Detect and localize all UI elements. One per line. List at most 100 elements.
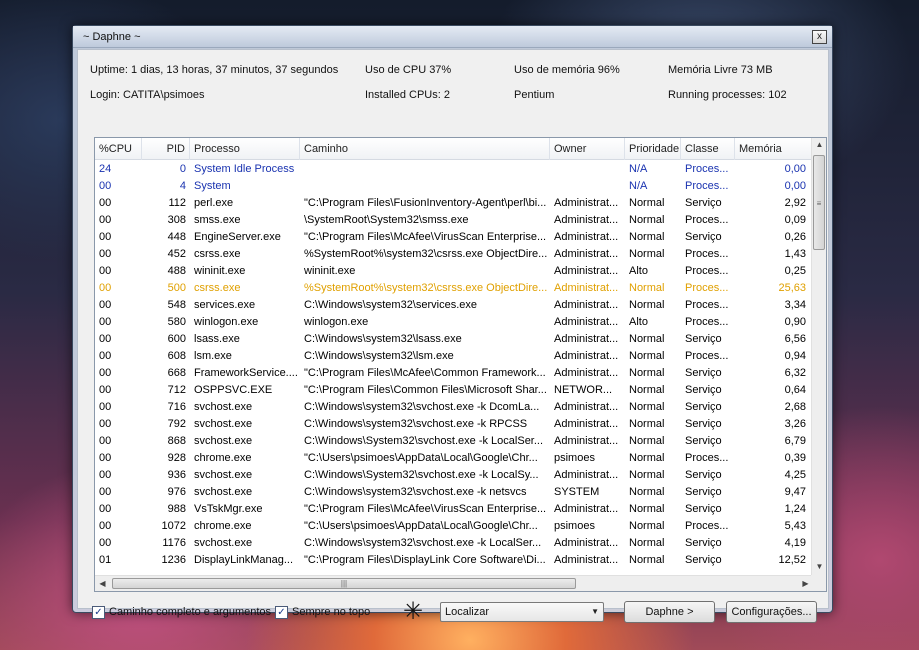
settings-button[interactable]: Configurações... <box>726 601 817 623</box>
cell-owner: Administrat... <box>554 197 619 209</box>
cell-owner: Administrat... <box>550 569 625 571</box>
cell-priority: Normal <box>629 503 665 515</box>
cell-process: svchost.exe <box>194 401 253 413</box>
table-row[interactable]: 00 452 csrss.exe %SystemRoot%\system32\csrs… <box>95 246 813 263</box>
cell-process: DisplayLinkUserAg... <box>190 569 300 571</box>
column-cpu[interactable]: %CPU <box>95 138 142 160</box>
cell-cpu: 00 <box>99 248 112 260</box>
cell-pid: 0 <box>179 163 186 175</box>
table-row[interactable]: 00 1176 svchost.exe C:\Windows\system32\svc… <box>95 535 813 552</box>
cell-priority: Normal <box>629 469 665 481</box>
table-row[interactable]: 00 928 chrome.exe "C:\Users\psimoes\AppData… <box>95 450 813 467</box>
table-row[interactable]: 00 976 svchost.exe C:\Windows\system32\svch… <box>95 484 813 501</box>
table-row[interactable]: 00 608 lsm.exe C:\Windows\system32\lsm.exe A… <box>95 348 813 365</box>
table-row[interactable]: 00 580 winlogon.exe winlogon.exe Administrat… <box>95 314 813 331</box>
table-row[interactable]: 00 448 EngineServer.exe "C:\Program Files\M… <box>95 229 813 246</box>
full-path-checkbox[interactable]: ✓ <box>92 606 105 619</box>
cell-memory: 0,25 <box>784 265 806 277</box>
table-row[interactable]: 00 4 System N/A Proces... 0,00 <box>95 178 813 195</box>
installed-cpus-label: Installed CPUs: 2 <box>365 89 450 101</box>
cell-process: lsass.exe <box>194 333 240 345</box>
table-row[interactable]: 01 1236 DisplayLinkManag... "C:\Program Fil… <box>95 552 813 569</box>
cell-class: Serviço <box>685 469 722 481</box>
always-on-top-label[interactable]: Sempre no topo <box>292 606 370 618</box>
daphne-menu-button[interactable]: Daphne > <box>624 601 715 623</box>
table-row[interactable]: 001316DisplayLinkUserAg..."C:\Program Fi… <box>95 569 813 571</box>
table-row[interactable]: 00 988 VsTskMgr.exe "C:\Program Files\McAfe… <box>95 501 813 518</box>
scroll-left-icon[interactable]: ◀ <box>95 579 110 588</box>
cell-path: "C:\Users\psimoes\AppData\Local\Google\C… <box>304 520 538 532</box>
cell-path: C:\Windows\System32\svchost.exe -k Local… <box>304 435 544 447</box>
table-row[interactable]: 00 488 wininit.exe wininit.exe Administrat..… <box>95 263 813 280</box>
column-priority[interactable]: Prioridade <box>625 138 681 160</box>
cell-memory: 25,63 <box>778 282 806 294</box>
full-path-label[interactable]: Caminho completo e argumentos <box>109 606 271 618</box>
cell-process: svchost.exe <box>194 469 253 481</box>
column-path[interactable]: Caminho <box>300 138 550 160</box>
cell-class: Serviço <box>685 384 722 396</box>
cell-pid: 112 <box>168 197 186 209</box>
cell-path: C:\Windows\system32\svchost.exe -k netsv… <box>304 486 527 498</box>
scroll-up-icon[interactable]: ▲ <box>812 140 826 149</box>
cell-process: perl.exe <box>194 197 234 209</box>
table-row[interactable]: 00 936 svchost.exe C:\Windows\System32\svch… <box>95 467 813 484</box>
cell-pid: 488 <box>167 265 186 277</box>
table-row[interactable]: 00 716 svchost.exe C:\Windows\system32\svch… <box>95 399 813 416</box>
cell-path: "C:\Program Files\McAfee\VirusScan Enter… <box>304 503 547 515</box>
column-process[interactable]: Processo <box>190 138 300 160</box>
table-row[interactable]: 00 112 perl.exe "C:\Program Files\FusionInv… <box>95 195 813 212</box>
horizontal-scrollbar[interactable]: ◀ ||| ▶ <box>95 575 813 591</box>
chevron-down-icon[interactable]: ▼ <box>591 603 599 621</box>
horizontal-scroll-thumb[interactable]: ||| <box>112 578 576 589</box>
cell-owner: psimoes <box>554 520 595 532</box>
cell-path <box>300 178 550 195</box>
search-combobox[interactable]: Localizar ▼ <box>440 602 604 622</box>
column-memory[interactable]: Memória <box>735 138 813 160</box>
cell-owner: Administrat... <box>554 299 619 311</box>
process-list[interactable]: %CPU PID Processo Caminho Owner Priorida… <box>94 137 827 592</box>
cell-memory: 9,47 <box>784 486 806 498</box>
bottom-toolbar: ✓ Caminho completo e argumentos ✓ Sempre… <box>78 598 828 628</box>
cell-pid: 976 <box>167 486 186 498</box>
close-button[interactable]: x <box>812 30 827 44</box>
uptime-label: Uptime: 1 dias, 13 horas, 37 minutos, 37… <box>90 64 339 76</box>
table-row[interactable]: 00 668 FrameworkService.... "C:\Program Fil… <box>95 365 813 382</box>
cell-pid: 580 <box>167 316 186 328</box>
cell-pid: 868 <box>167 435 186 447</box>
cell-priority: Normal <box>629 367 665 379</box>
title-bar[interactable]: ~ Daphne ~ x <box>73 26 832 48</box>
table-row[interactable]: 00 308 smss.exe \SystemRoot\System32\smss.e… <box>95 212 813 229</box>
table-row[interactable]: 00 600 lsass.exe C:\Windows\system32\lsass.… <box>95 331 813 348</box>
column-pid[interactable]: PID <box>142 138 190 160</box>
memory-usage-label: Uso de memória 96% <box>514 64 620 76</box>
cell-memory: 2,68 <box>784 401 806 413</box>
cell-path: "C:\Program Files\Common Files\Microsoft… <box>304 384 547 396</box>
cell-memory: 1,43 <box>784 248 806 260</box>
table-row[interactable]: 00 868 svchost.exe C:\Windows\System32\svch… <box>95 433 813 450</box>
table-row[interactable]: 00 548 services.exe C:\Windows\system32\ser… <box>95 297 813 314</box>
scroll-down-icon[interactable]: ▼ <box>812 562 826 571</box>
cell-class: Serviço <box>685 503 722 515</box>
crosshair-target-icon[interactable]: ✳ <box>403 599 423 625</box>
cell-path: "C:\Program Files\FusionInventory-Agent\… <box>304 197 547 209</box>
vertical-scrollbar[interactable]: ▲ ≡ ▼ <box>811 138 826 576</box>
table-row[interactable]: 00 792 svchost.exe C:\Windows\system32\svch… <box>95 416 813 433</box>
cell-memory: 6,56 <box>784 333 806 345</box>
table-row[interactable]: 24 0 System Idle Process N/A Proces... 0,00 <box>95 161 813 178</box>
cell-path: "C:\Program Files\DisplayLink Core Softw… <box>300 569 550 571</box>
table-row[interactable]: 00 712 OSPPSVC.EXE "C:\Program Files\Common… <box>95 382 813 399</box>
always-on-top-checkbox[interactable]: ✓ <box>275 606 288 619</box>
vertical-scroll-thumb[interactable]: ≡ <box>813 155 825 250</box>
cell-memory: 0,09 <box>784 214 806 226</box>
cell-path: C:\Windows\system32\lsm.exe <box>304 350 454 362</box>
cpu-model-label: Pentium <box>514 89 555 101</box>
cell-cpu: 00 <box>99 520 112 532</box>
table-row[interactable]: 00 500 csrss.exe %SystemRoot%\system32\csrs… <box>95 280 813 297</box>
table-row[interactable]: 00 1072 chrome.exe "C:\Users\psimoes\AppDat… <box>95 518 813 535</box>
cell-pid: 988 <box>167 503 186 515</box>
column-class[interactable]: Classe <box>681 138 735 160</box>
cell-memory: 0,00 <box>784 180 806 192</box>
column-owner[interactable]: Owner <box>550 138 625 160</box>
cell-owner: Administrat... <box>554 503 619 515</box>
running-processes-label: Running processes: 102 <box>668 89 787 101</box>
